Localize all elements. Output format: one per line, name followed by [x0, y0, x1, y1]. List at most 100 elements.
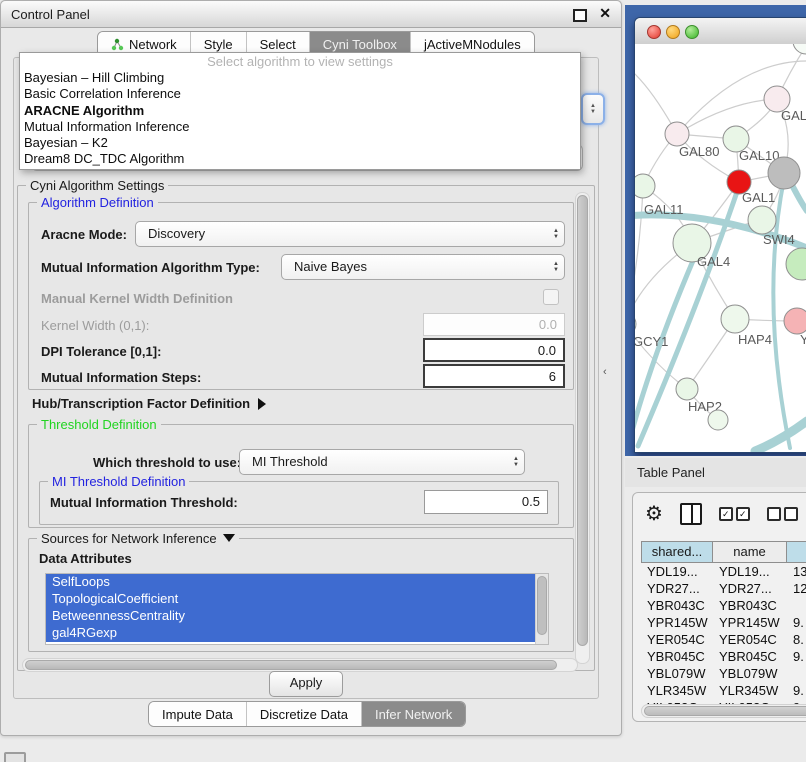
table-header-row: shared...name — [641, 541, 806, 563]
table-cell: YPR145W — [641, 614, 713, 631]
column-header-shared...[interactable]: shared... — [641, 541, 713, 563]
node-table: shared...name YDL19...YDL19...13YDR27...… — [641, 541, 806, 716]
scrollbar-thumb[interactable] — [644, 706, 806, 716]
table-row[interactable]: YER054CYER054C8. — [641, 631, 806, 648]
aracne-mode-combo[interactable]: Discovery ▲▼ — [135, 221, 565, 247]
tab-label: Infer Network — [375, 703, 452, 726]
mi-steps-field[interactable]: 6 — [423, 364, 565, 388]
list-vertical-scrollbar[interactable] — [535, 574, 548, 644]
network-view-window[interactable]: GALGAL80GAL10GAL1GAL11SWI4GAL4GCY1HAP4YH… — [634, 17, 806, 453]
dropdown-item[interactable]: Dream8 DC_TDC Algorithm — [20, 151, 580, 167]
hub-tf-definition-label: Hub/Transcription Factor Definition — [32, 396, 250, 411]
network-node-gal11[interactable] — [635, 174, 655, 198]
mi-threshold-label: Mutual Information Threshold: — [50, 495, 238, 510]
table-cell: 9. — [787, 648, 806, 665]
network-node[interactable] — [786, 248, 806, 280]
network-node-gal80[interactable] — [665, 122, 689, 146]
bottom-tab-discretize-data[interactable]: Discretize Data — [246, 702, 361, 726]
table-cell: YBR045C — [641, 648, 713, 665]
control-panel-window: Control Panel ✕ NetworkStyleSelectCyni T… — [0, 0, 622, 736]
table-row[interactable]: YDL19...YDL19...13 — [641, 563, 806, 580]
table-row[interactable]: YBR045CYBR045C9. — [641, 648, 806, 665]
gear-icon[interactable]: ⚙ — [645, 504, 663, 524]
network-edge — [755, 421, 806, 451]
close-icon[interactable]: ✕ — [599, 5, 611, 22]
table-cell: 9. — [787, 614, 806, 631]
mi-algorithm-type-label: Mutual Information Algorithm Type: — [41, 260, 260, 275]
network-node-y[interactable] — [784, 308, 806, 334]
scrollbar-thumb[interactable] — [25, 660, 557, 670]
dropdown-item[interactable]: Basic Correlation Inference — [20, 86, 580, 102]
mac-zoom-icon[interactable] — [685, 25, 699, 39]
mi-steps-label: Mutual Information Steps: — [41, 370, 201, 385]
scrollbar-thumb[interactable] — [537, 576, 547, 635]
dropdown-item[interactable]: ARACNE Algorithm — [20, 103, 580, 119]
combo-stepper-icon[interactable]: ▲▼ — [581, 93, 605, 125]
settings-vertical-scrollbar[interactable] — [575, 192, 590, 664]
node-label: GAL80 — [679, 144, 719, 159]
select-all-icon[interactable]: ✓✓ — [719, 507, 750, 521]
apply-button[interactable]: Apply — [269, 671, 343, 697]
sources-group-title[interactable]: Sources for Network Inference — [37, 531, 239, 546]
network-node-hap4[interactable] — [721, 305, 749, 333]
network-node[interactable] — [708, 410, 728, 430]
attribute-list-item[interactable]: gal4RGexp — [46, 625, 548, 642]
cyni-algorithm-settings-group: Cyni Algorithm Settings Algorithm Defini… — [17, 185, 595, 671]
dpi-tolerance-field[interactable]: 0.0 — [423, 338, 565, 362]
table-row[interactable]: YBR043CYBR043C — [641, 597, 806, 614]
collapse-arrow-icon[interactable] — [223, 534, 235, 542]
column-header-clipped[interactable] — [787, 541, 806, 563]
network-node-hap2[interactable] — [676, 378, 698, 400]
network-node-gcy1[interactable] — [635, 313, 636, 335]
manual-kernel-checkbox[interactable] — [543, 289, 559, 305]
scrollbar-thumb[interactable] — [577, 195, 588, 646]
attribute-list-item[interactable]: SelfLoops — [46, 574, 548, 591]
table-cell: 9. — [787, 682, 806, 699]
table-row[interactable]: YDR27...YDR27...12 — [641, 580, 806, 597]
kernel-width-field[interactable]: 0.0 — [423, 313, 565, 336]
table-panel-title: Table Panel — [637, 465, 705, 480]
mi-algorithm-type-value: Naive Bayes — [294, 259, 367, 274]
hub-tf-definition-row[interactable]: Hub/Transcription Factor Definition — [32, 396, 266, 411]
attribute-list-item[interactable]: TopologicalCoefficient — [46, 591, 548, 608]
network-node-swi4[interactable] — [748, 206, 776, 234]
split-columns-icon[interactable] — [680, 503, 702, 525]
dropdown-item[interactable]: Bayesian – Hill Climbing — [20, 70, 580, 86]
bottom-tab-infer-network[interactable]: Infer Network — [361, 702, 465, 726]
table-row[interactable]: YPR145WYPR145W9. — [641, 614, 806, 631]
mac-minimize-icon[interactable] — [666, 25, 680, 39]
table-cell — [787, 597, 806, 614]
network-node[interactable] — [793, 44, 806, 54]
which-threshold-combo[interactable]: MI Threshold ▲▼ — [239, 449, 525, 475]
checked-box-icon: ✓ — [719, 507, 733, 521]
table-cell: YBL079W — [713, 665, 787, 682]
table-horizontal-scrollbar[interactable] — [641, 704, 806, 718]
collapsed-panel-grip[interactable] — [4, 752, 26, 762]
node-label: GCY1 — [635, 334, 668, 349]
data-attributes-label: Data Attributes — [39, 551, 132, 566]
dropdown-item[interactable]: Mutual Information Inference — [20, 119, 580, 135]
network-node[interactable] — [768, 157, 800, 189]
table-row[interactable]: YBL079WYBL079W — [641, 665, 806, 682]
mac-close-icon[interactable] — [647, 25, 661, 39]
mi-threshold-field[interactable]: 0.5 — [424, 490, 548, 514]
table-cell: YBR043C — [713, 597, 787, 614]
expand-arrow-icon[interactable] — [258, 398, 266, 410]
manual-kernel-label: Manual Kernel Width Definition — [41, 291, 233, 306]
attribute-list-item[interactable]: BetweennessCentrality — [46, 608, 548, 625]
attr-items: SelfLoopsTopologicalCoefficientBetweenne… — [46, 574, 548, 642]
float-window-icon[interactable] — [573, 9, 587, 22]
table-row[interactable]: YLR345WYLR345W9. — [641, 682, 806, 699]
node-label: GAL4 — [697, 254, 730, 269]
bottom-tab-impute-data[interactable]: Impute Data — [149, 702, 246, 726]
network-canvas[interactable]: GALGAL80GAL10GAL1GAL11SWI4GAL4GCY1HAP4YH… — [635, 44, 806, 452]
split-pane-collapse-icon[interactable]: ‹ — [603, 366, 607, 378]
column-header-name[interactable]: name — [713, 541, 787, 563]
combo-stepper-icon: ▲▼ — [553, 225, 559, 240]
settings-horizontal-scrollbar[interactable] — [22, 658, 578, 672]
deselect-all-icon[interactable] — [767, 507, 798, 521]
cytoscape-desktop: GALGAL80GAL10GAL1GAL11SWI4GAL4GCY1HAP4YH… — [625, 5, 806, 456]
data-attributes-list[interactable]: SelfLoopsTopologicalCoefficientBetweenne… — [45, 573, 549, 645]
mi-algorithm-type-combo[interactable]: Naive Bayes ▲▼ — [281, 254, 565, 280]
dropdown-item[interactable]: Bayesian – K2 — [20, 135, 580, 151]
